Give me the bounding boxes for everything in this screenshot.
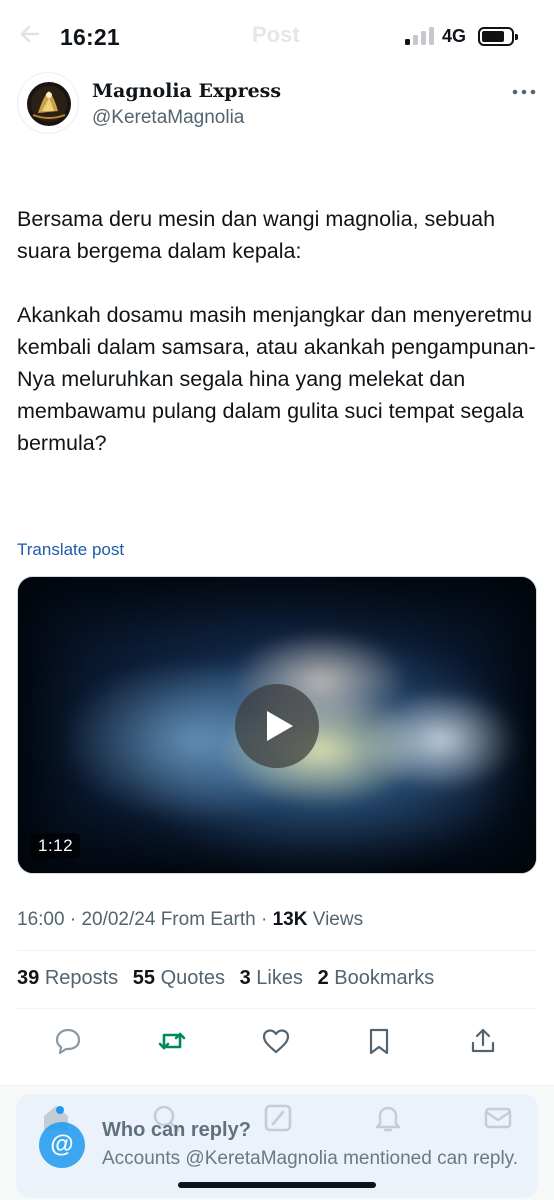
divider	[17, 950, 537, 951]
bookmark-icon[interactable]	[364, 1026, 394, 1056]
video-player[interactable]: 1:12	[17, 576, 537, 874]
who-can-reply-title: Who can reply?	[102, 1119, 251, 1141]
nav-title: Post	[252, 22, 300, 47]
avatar[interactable]	[17, 72, 79, 134]
post-stats: 39 Reposts 55 Quotes 3 Likes 2 Bookmarks	[17, 967, 443, 990]
magnolia-logo-icon	[27, 82, 71, 126]
network-type: 4G	[442, 26, 467, 46]
play-button[interactable]	[235, 684, 319, 768]
views-label: Views	[312, 909, 364, 930]
home-indicator[interactable]	[178, 1182, 376, 1188]
share-icon[interactable]	[468, 1026, 498, 1056]
at-icon: @	[39, 1122, 85, 1168]
play-icon	[267, 711, 293, 741]
reposts-stat[interactable]: 39 Reposts	[17, 967, 118, 989]
who-can-reply-subtitle: Accounts @KeretaMagnolia mentioned can r…	[102, 1148, 519, 1169]
notification-dot	[56, 1106, 64, 1114]
post-source: From Earth	[160, 909, 256, 930]
post-time: 16:00	[17, 909, 65, 930]
more-horizontal-icon[interactable]	[510, 80, 538, 104]
repost-icon[interactable]	[157, 1026, 187, 1056]
author-handle[interactable]: @KeretaMagnolia	[92, 107, 244, 129]
author-name[interactable]: Magnolia Express	[92, 80, 281, 102]
like-icon[interactable]	[261, 1026, 291, 1056]
likes-stat[interactable]: 3 Likes	[240, 967, 303, 989]
reply-icon[interactable]	[53, 1026, 83, 1056]
translate-post-link[interactable]: Translate post	[17, 540, 124, 560]
divider	[17, 1008, 537, 1009]
quotes-stat[interactable]: 55 Quotes	[133, 967, 225, 989]
arrow-left-icon[interactable]	[18, 22, 42, 46]
tweet-paragraph: Bersama deru mesin dan wangi magnolia, s…	[17, 207, 496, 263]
bookmarks-stat[interactable]: 2 Bookmarks	[318, 967, 435, 989]
status-bar: Post 16:21 4G	[0, 0, 554, 74]
views-count: 13K	[272, 909, 308, 930]
status-time: 16:21	[60, 24, 120, 50]
action-bar	[0, 1020, 554, 1060]
tweet-text: Bersama deru mesin dan wangi magnolia, s…	[17, 203, 542, 459]
post-meta: 16:00 · 20/02/24 From Earth · 13K Views	[17, 909, 364, 930]
post-date: 20/02/24	[81, 909, 156, 930]
battery-icon	[478, 27, 518, 46]
signal-icon	[405, 27, 435, 45]
tweet-paragraph: Akankah dosamu masih menjangkar dan meny…	[17, 303, 536, 455]
video-duration: 1:12	[31, 833, 81, 859]
